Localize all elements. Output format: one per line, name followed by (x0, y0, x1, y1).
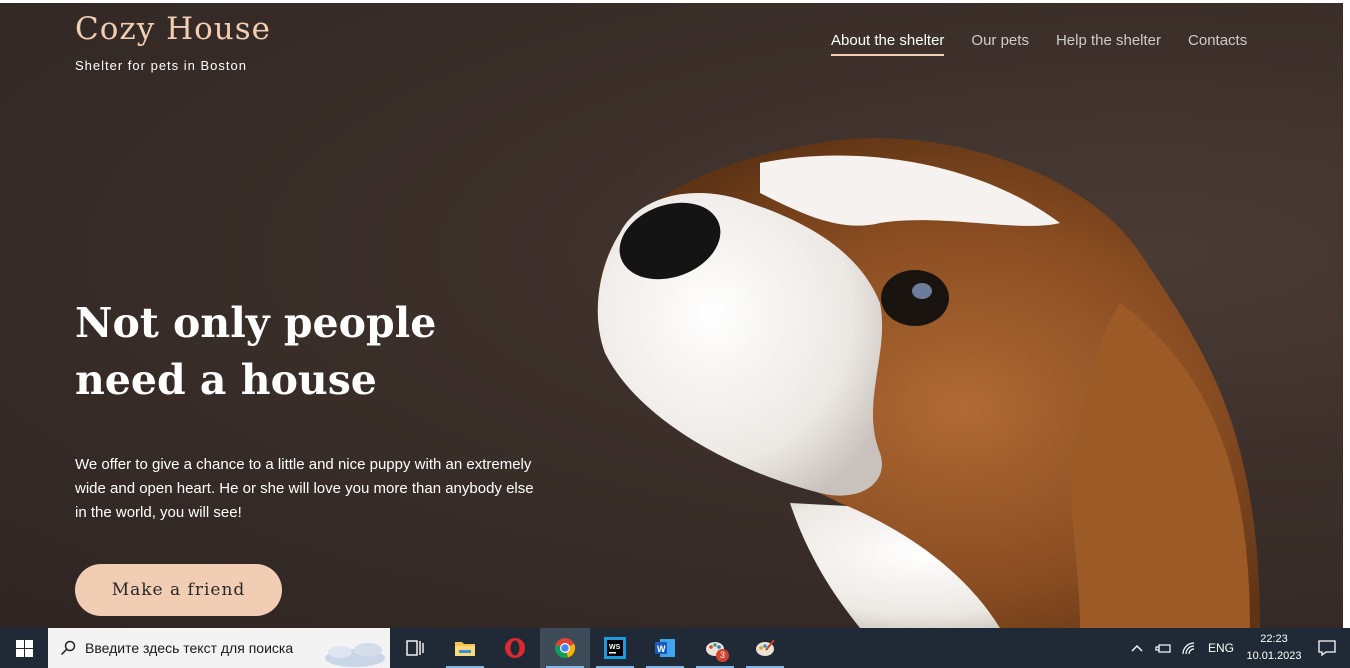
nav-about-the-shelter[interactable]: About the shelter (831, 32, 945, 56)
logo-title[interactable]: Cozy House (75, 10, 271, 48)
beagle-dog-image (597, 138, 1260, 628)
nav-help-the-shelter[interactable]: Help the shelter (1056, 32, 1161, 56)
webstorm-icon: WS (604, 637, 626, 659)
notification-badge: 3 (716, 649, 729, 662)
tray-network[interactable] (1176, 628, 1202, 668)
page-scrollbar-area (1343, 0, 1350, 628)
action-center-button[interactable] (1304, 628, 1350, 668)
taskbar-clock[interactable]: 22:23 10.01.2023 (1244, 631, 1304, 665)
hero-section: Cozy House Shelter for pets in Boston Ab… (0, 3, 1343, 628)
search-icon (60, 640, 76, 656)
taskbar-chrome[interactable] (540, 628, 590, 668)
notifications-icon (1318, 640, 1336, 656)
logo-subtitle: Shelter for pets in Boston (75, 58, 247, 73)
show-hidden-icons-button[interactable] (1124, 628, 1150, 668)
chrome-icon (555, 638, 576, 658)
chevron-up-icon (1131, 645, 1143, 652)
windows-taskbar: Введите здесь текст для поиска WS W 3 EN… (0, 628, 1350, 668)
headline-line-1: Not only people (75, 299, 437, 347)
task-view-icon (406, 640, 424, 656)
taskbar-search-box[interactable]: Введите здесь текст для поиска (48, 628, 390, 668)
svg-text:W: W (657, 644, 666, 654)
clock-date: 10.01.2023 (1246, 650, 1302, 662)
opera-icon (505, 638, 525, 658)
hero-description: We offer to give a chance to a little an… (75, 456, 534, 521)
word-icon: W (655, 639, 675, 657)
taskbar-word[interactable]: W (640, 628, 690, 668)
nav-contacts[interactable]: Contacts (1188, 32, 1247, 56)
search-placeholder: Введите здесь текст для поиска (85, 640, 294, 656)
taskbar-paint[interactable] (740, 628, 790, 668)
page-top-edge (0, 0, 1350, 3)
paint-icon (756, 639, 775, 656)
search-highlight-art-icon (325, 643, 385, 667)
battery-device-icon (1155, 644, 1171, 653)
system-tray: ENG 22:23 10.01.2023 (1124, 628, 1350, 668)
taskbar-file-explorer[interactable] (440, 628, 490, 668)
wifi-icon (1182, 642, 1195, 655)
task-view-button[interactable] (390, 628, 440, 668)
clock-time: 22:23 (1260, 633, 1288, 645)
taskbar-opera[interactable] (490, 628, 540, 668)
headline-line-2: need a house (75, 356, 377, 404)
file-explorer-icon (455, 642, 475, 656)
taskbar-webstorm[interactable]: WS (590, 628, 640, 668)
site-logo[interactable]: Cozy House Shelter for pets in Boston (75, 10, 271, 73)
main-nav: About the shelter Our pets Help the shel… (831, 32, 1274, 56)
hero-headline: Not only people need a house (75, 295, 495, 409)
input-language[interactable]: ENG (1208, 641, 1234, 655)
tray-devices[interactable] (1150, 628, 1176, 668)
taskbar-paint-notifications[interactable]: 3 (690, 628, 740, 668)
nav-our-pets[interactable]: Our pets (971, 32, 1029, 56)
make-a-friend-button[interactable]: Make a friend (75, 564, 282, 616)
svg-text:WS: WS (609, 644, 621, 651)
start-button[interactable] (0, 628, 48, 668)
windows-logo-icon (15, 639, 33, 657)
